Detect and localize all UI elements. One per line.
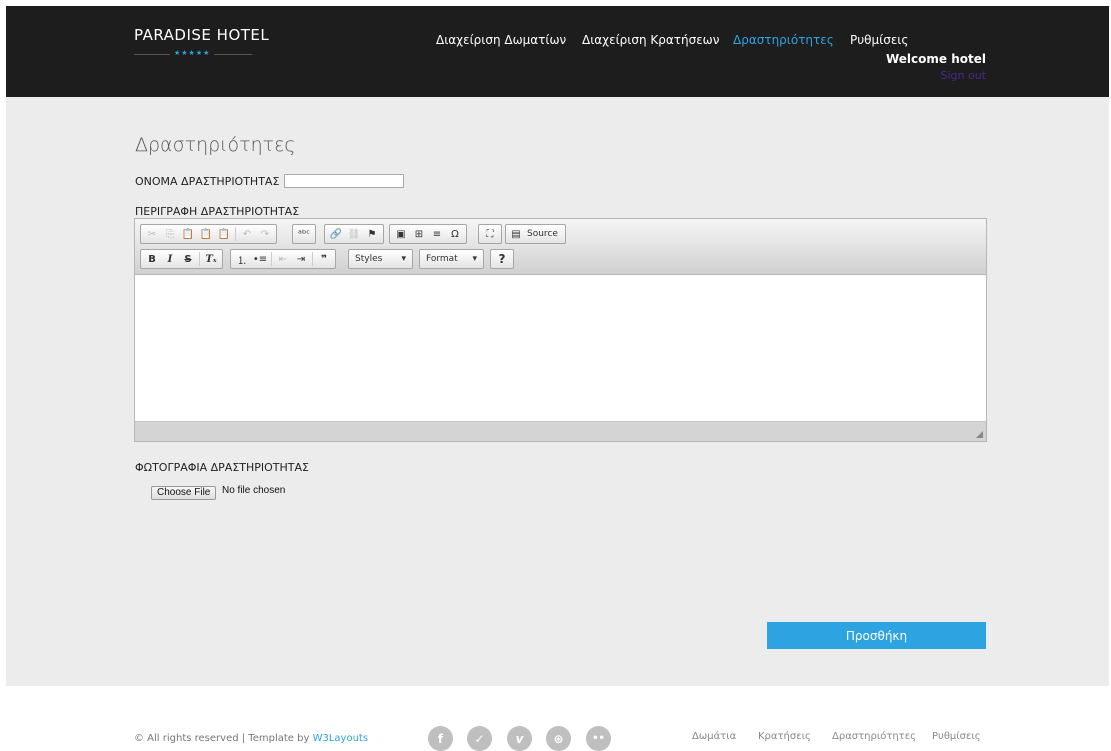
outdent-icon[interactable]: ⇤ [275, 251, 291, 267]
dribbble-icon[interactable]: ⊛ [546, 726, 571, 751]
unlink-icon[interactable]: ⛓ [346, 226, 362, 242]
format-dropdown[interactable]: Format ▾ [419, 249, 484, 269]
nav-activities[interactable]: Δραστηριότητες [733, 33, 834, 47]
header: PARADISE HOTEL ★★★★★ Διαχείριση Δωματίων… [6, 6, 1109, 97]
cut-icon[interactable]: ✂ [144, 226, 160, 242]
flickr-icon[interactable]: •• [586, 726, 611, 751]
chevron-down-icon: ▾ [472, 254, 477, 264]
paste-word-icon[interactable]: 📋 [216, 226, 232, 242]
add-button[interactable]: Προσθήκη [767, 622, 986, 649]
special-char-icon[interactable]: Ω [447, 226, 463, 242]
rich-text-editor: ✂ ⎘ 📋 📋 📋 ↶ ↷ ᵃᵇᶜ 🔗 ⛓ ⚑ ▣ ⊞ ≡ Ω ⛶ ▤ Sour… [134, 218, 987, 442]
source-icon: ▤ [511, 228, 521, 240]
source-group: ▤ Source [505, 224, 566, 244]
undo-icon[interactable]: ↶ [239, 226, 255, 242]
nav-settings[interactable]: Ρυθμίσεις [850, 33, 908, 47]
help-group: ? [490, 249, 514, 269]
copy-icon[interactable]: ⎘ [162, 226, 178, 242]
file-status-text: No file chosen [222, 485, 286, 496]
clipboard-group: ✂ ⎘ 📋 📋 📋 ↶ ↷ [140, 224, 277, 244]
maximize-group: ⛶ [478, 224, 502, 244]
footer-link-bookings[interactable]: Κρατήσεις [758, 731, 811, 742]
editor-status-bar [135, 421, 986, 441]
insert-group: ▣ ⊞ ≡ Ω [389, 224, 467, 244]
blockquote-icon[interactable]: ❞ [316, 251, 332, 267]
help-icon[interactable]: ? [494, 251, 510, 267]
styles-label: Styles [355, 254, 383, 264]
logo-divider [134, 54, 170, 55]
chevron-down-icon: ▾ [401, 254, 406, 264]
editor-content-area[interactable] [135, 276, 986, 422]
copyright-text: © All rights reserved | Template by [134, 733, 310, 744]
footer-copyright: © All rights reserved | Template by W3La… [134, 733, 368, 744]
indent-icon[interactable]: ⇥ [293, 251, 309, 267]
page-title: Δραστηριότητες [135, 134, 296, 156]
editor-toolbar: ✂ ⎘ 📋 📋 📋 ↶ ↷ ᵃᵇᶜ 🔗 ⛓ ⚑ ▣ ⊞ ≡ Ω ⛶ ▤ Sour… [135, 219, 986, 275]
logo-stars: ★★★★★ [174, 50, 211, 57]
logo-divider [214, 54, 252, 55]
template-link[interactable]: W3Layouts [313, 733, 368, 744]
resize-handle-icon[interactable] [976, 431, 983, 438]
italic-icon[interactable]: I [162, 251, 178, 267]
table-icon[interactable]: ⊞ [411, 226, 427, 242]
basic-style-group: B I S Tₓ [140, 249, 223, 269]
spellcheck-group: ᵃᵇᶜ [292, 224, 316, 244]
choose-file-button[interactable]: Choose File [151, 486, 217, 500]
maximize-icon[interactable]: ⛶ [482, 226, 498, 242]
signout-link[interactable]: Sign out [940, 69, 986, 82]
image-icon[interactable]: ▣ [393, 226, 409, 242]
nav-room-management[interactable]: Διαχείριση Δωματίων [436, 33, 566, 47]
styles-dropdown[interactable]: Styles ▾ [348, 249, 413, 269]
paste-text-icon[interactable]: 📋 [198, 226, 214, 242]
remove-format-icon[interactable]: Tₓ [203, 251, 219, 267]
redo-icon[interactable]: ↷ [257, 226, 273, 242]
twitter-icon[interactable]: ✓ [467, 726, 492, 751]
welcome-text: Welcome hotel [885, 52, 986, 66]
activity-name-input[interactable] [284, 174, 404, 188]
paragraph-group: ⒈ •≡ ⇤ ⇥ ❞ [230, 249, 336, 269]
logo[interactable]: PARADISE HOTEL ★★★★★ [134, 26, 270, 57]
source-button[interactable]: Source [523, 229, 562, 239]
activity-name-label: ΟΝΟΜΑ ΔΡΑΣΤΗΡΙΟΤΗΤΑΣ [135, 175, 280, 188]
footer-link-activities[interactable]: Δραστηριότητες [832, 731, 916, 742]
numbered-list-icon[interactable]: ⒈ [234, 251, 250, 267]
footer-link-settings[interactable]: Ρυθμίσεις [932, 731, 981, 742]
bold-icon[interactable]: B [144, 251, 160, 267]
strikethrough-icon[interactable]: S [180, 251, 196, 267]
nav-booking-management[interactable]: Διαχείριση Κρατήσεων [582, 33, 719, 47]
spellcheck-icon[interactable]: ᵃᵇᶜ [296, 226, 312, 242]
facebook-icon[interactable]: f [428, 726, 453, 751]
logo-text: PARADISE HOTEL [134, 26, 270, 44]
bulleted-list-icon[interactable]: •≡ [252, 251, 268, 267]
activity-photo-label: ΦΩΤΟΓΡΑΦΙΑ ΔΡΑΣΤΗΡΙΟΤΗΤΑΣ [135, 461, 309, 474]
link-icon[interactable]: 🔗 [328, 226, 344, 242]
format-label: Format [426, 254, 458, 264]
vimeo-icon[interactable]: v [507, 726, 532, 751]
main-content: Δραστηριότητες ΟΝΟΜΑ ΔΡΑΣΤΗΡΙΟΤΗΤΑΣ ΠΕΡΙ… [6, 97, 1109, 686]
horizontal-rule-icon[interactable]: ≡ [429, 226, 445, 242]
anchor-flag-icon[interactable]: ⚑ [364, 226, 380, 242]
footer-link-rooms[interactable]: Δωμάτια [692, 731, 736, 742]
activity-description-label: ΠΕΡΙΓΡΑΦΗ ΔΡΑΣΤΗΡΙΟΤΗΤΑΣ [135, 205, 300, 218]
paste-icon[interactable]: 📋 [180, 226, 196, 242]
link-group: 🔗 ⛓ ⚑ [324, 224, 384, 244]
